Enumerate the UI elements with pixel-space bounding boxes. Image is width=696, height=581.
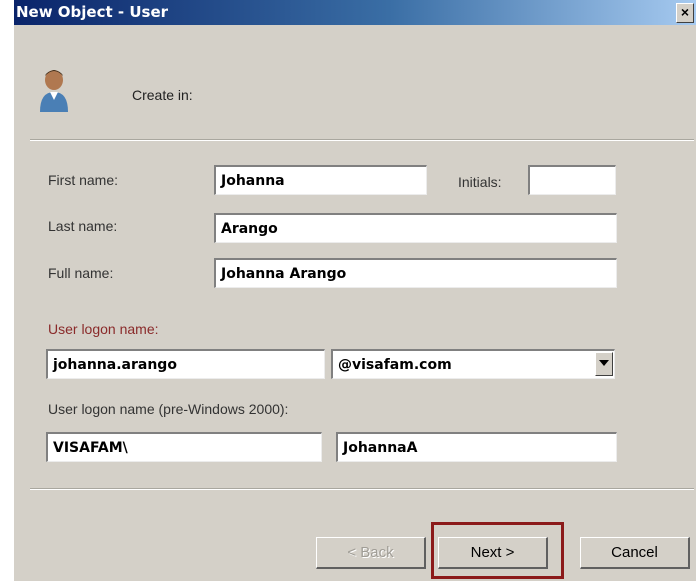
pre2000-domain-field: VISAFAM\	[46, 432, 322, 462]
domain-value: @visafam.com	[338, 357, 452, 373]
create-in-label: Create in:	[132, 87, 193, 103]
logon-name-field[interactable]: johanna.arango	[46, 349, 325, 379]
chevron-down-icon	[599, 360, 609, 366]
window-title: New Object - User	[16, 3, 169, 21]
logon-name-label: User logon name:	[48, 321, 159, 337]
title-bar: New Object - User ×	[14, 0, 696, 25]
first-name-label: First name:	[48, 172, 119, 188]
back-button[interactable]: < Back	[316, 537, 426, 569]
domain-select[interactable]: @visafam.com	[331, 349, 615, 379]
user-icon	[38, 68, 70, 114]
cancel-button[interactable]: Cancel	[580, 537, 690, 569]
left-margin-strip	[0, 0, 14, 581]
divider-top	[30, 139, 694, 141]
pre2000-name-field[interactable]: JohannaA	[336, 432, 617, 462]
last-name-label: Last name:	[48, 218, 118, 234]
new-object-user-dialog: New Object - User × Create in: First nam…	[0, 0, 696, 581]
first-name-field[interactable]: Johanna	[214, 165, 427, 195]
initials-label: Initials:	[458, 174, 502, 190]
next-button-highlight	[431, 522, 564, 579]
divider-bottom	[30, 488, 694, 490]
full-name-label: Full name:	[48, 265, 114, 281]
initials-field[interactable]	[528, 165, 616, 195]
close-icon: ×	[680, 4, 690, 20]
close-button[interactable]: ×	[676, 3, 694, 23]
last-name-field[interactable]: Arango	[214, 213, 617, 243]
dropdown-button[interactable]	[595, 352, 613, 376]
pre2000-label: User logon name (pre-Windows 2000):	[48, 401, 289, 417]
full-name-field[interactable]: Johanna Arango	[214, 258, 617, 288]
